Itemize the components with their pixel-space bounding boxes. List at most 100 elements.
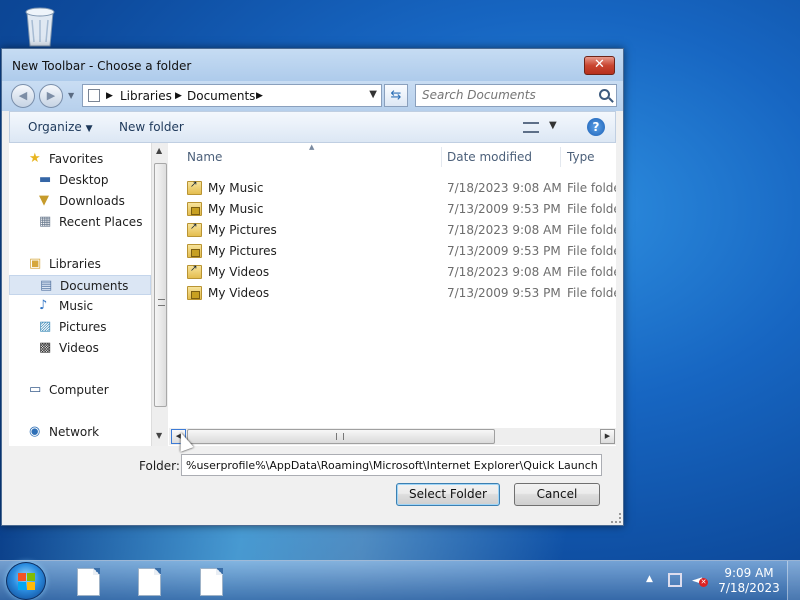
address-bar[interactable]: ▶ Libraries ▶ Documents ▶ ▼ bbox=[82, 84, 382, 107]
breadcrumb-arrow-icon[interactable]: ▶ bbox=[175, 91, 182, 101]
file-date: 7/13/2009 9:53 PM bbox=[447, 244, 561, 258]
scroll-down-arrow-icon[interactable]: ▼ bbox=[156, 431, 162, 440]
scrollbar-thumb[interactable] bbox=[154, 163, 167, 407]
folder-label: Folder: bbox=[139, 459, 180, 473]
table-row[interactable]: My Pictures 7/18/2023 9:08 AM File folder bbox=[169, 220, 616, 241]
resize-grip-icon[interactable] bbox=[611, 513, 621, 523]
file-type: File folder bbox=[567, 202, 616, 216]
sidebar-item-downloads[interactable]: ▼ Downloads bbox=[9, 191, 151, 211]
recycle-bin-icon[interactable] bbox=[20, 4, 60, 48]
computer-icon: ▭ bbox=[29, 382, 42, 397]
sidebar-item-documents[interactable]: ▤ Documents bbox=[9, 275, 151, 295]
file-name: My Videos bbox=[208, 265, 270, 279]
taskbar-file-icon[interactable] bbox=[77, 568, 100, 596]
sidebar-item-computer[interactable]: ▭ Computer bbox=[9, 380, 151, 400]
show-hidden-icons-icon[interactable]: ▲ bbox=[646, 574, 653, 584]
taskbar-file-icon[interactable] bbox=[200, 568, 223, 596]
breadcrumb-arrow-icon[interactable]: ▶ bbox=[256, 91, 263, 101]
libraries-icon: ▣ bbox=[29, 256, 42, 271]
videos-icon: ▩ bbox=[39, 340, 52, 355]
recent-pages-dropdown[interactable]: ▼ bbox=[68, 91, 74, 100]
sidebar-item-pictures[interactable]: ▨ Pictures bbox=[9, 317, 151, 337]
sidebar-item-label: Favorites bbox=[49, 152, 104, 166]
file-name: My Music bbox=[208, 181, 264, 195]
help-icon[interactable]: ? bbox=[587, 118, 605, 136]
table-row[interactable]: My Music 7/13/2009 9:53 PM File folder bbox=[169, 199, 616, 220]
file-name: My Music bbox=[208, 202, 264, 216]
network-tray-icon[interactable] bbox=[668, 573, 682, 587]
clock[interactable]: 9:09 AM 7/18/2023 bbox=[718, 566, 780, 596]
cancel-button[interactable]: Cancel bbox=[514, 483, 600, 506]
file-date: 7/18/2023 9:08 AM bbox=[447, 265, 562, 279]
chevron-down-icon: ▼ bbox=[85, 124, 93, 134]
view-options-icon[interactable] bbox=[523, 122, 539, 133]
sidebar-item-label: Computer bbox=[49, 383, 109, 397]
choose-folder-dialog: New Toolbar - Choose a folder ✕ ◀ ▶ ▼ ▶ … bbox=[1, 48, 624, 526]
sidebar-item-music[interactable]: ♪ Music bbox=[9, 296, 151, 316]
column-header-type[interactable]: Type bbox=[559, 143, 616, 171]
show-desktop-button[interactable] bbox=[787, 561, 800, 600]
address-dropdown-icon[interactable]: ▼ bbox=[369, 89, 377, 100]
downloads-icon: ▼ bbox=[39, 193, 49, 208]
sidebar-item-favorites[interactable]: ★ Favorites bbox=[9, 149, 151, 169]
select-folder-button[interactable]: Select Folder bbox=[396, 483, 500, 506]
locked-folder-icon bbox=[187, 202, 202, 216]
sidebar-item-recent-places[interactable]: ▦ Recent Places bbox=[9, 212, 151, 232]
sidebar-item-network[interactable]: ◉ Network bbox=[9, 422, 151, 442]
recent-places-icon: ▦ bbox=[39, 214, 52, 229]
refresh-button[interactable]: ⇆ bbox=[384, 84, 408, 107]
table-row[interactable]: My Videos 7/18/2023 9:08 AM File folder bbox=[169, 262, 616, 283]
star-icon: ★ bbox=[29, 151, 41, 166]
search-box[interactable] bbox=[415, 84, 617, 107]
window-title: New Toolbar - Choose a folder bbox=[12, 59, 192, 73]
file-list: ▲ Name Date modified Type My Music7/18/2… bbox=[169, 143, 616, 446]
file-date: 7/18/2023 9:08 AM bbox=[447, 223, 562, 237]
table-row[interactable]: My Pictures 7/13/2009 9:53 PM File folder bbox=[169, 241, 616, 262]
column-header-name[interactable]: Name bbox=[179, 143, 439, 171]
breadcrumb-arrow-icon[interactable]: ▶ bbox=[106, 91, 113, 101]
table-row[interactable]: My Videos 7/13/2009 9:53 PM File folder bbox=[169, 283, 616, 304]
title-bar[interactable]: New Toolbar - Choose a folder ✕ bbox=[2, 49, 623, 81]
scroll-right-arrow-icon[interactable]: ▶ bbox=[600, 429, 615, 444]
forward-button[interactable]: ▶ bbox=[39, 84, 63, 108]
start-button[interactable] bbox=[6, 562, 46, 600]
sidebar-item-videos[interactable]: ▩ Videos bbox=[9, 338, 151, 358]
file-type: File folder bbox=[567, 181, 616, 195]
breadcrumb-libraries[interactable]: Libraries bbox=[120, 89, 172, 103]
scroll-up-arrow-icon[interactable]: ▲ bbox=[156, 146, 162, 155]
shortcut-folder-icon bbox=[187, 264, 202, 279]
music-icon: ♪ bbox=[39, 298, 48, 313]
file-name: My Pictures bbox=[208, 244, 277, 258]
close-button[interactable]: ✕ bbox=[584, 56, 615, 75]
browser-content: ★ Favorites ▬ Desktop ▼ Downloads ▦ Recent Plac… bbox=[9, 143, 616, 446]
locked-folder-icon bbox=[187, 244, 202, 258]
search-icon[interactable] bbox=[599, 89, 610, 100]
file-date: 7/18/2023 9:08 AM bbox=[447, 181, 562, 195]
column-header-date-modified[interactable]: Date modified bbox=[439, 143, 559, 171]
address-row: ◀ ▶ ▼ ▶ Libraries ▶ Documents ▶ ▼ ⇆ bbox=[2, 81, 623, 111]
file-name: My Videos bbox=[208, 286, 270, 300]
breadcrumb-documents[interactable]: Documents bbox=[187, 89, 255, 103]
file-list-horizontal-scrollbar[interactable]: ◀ ▶ bbox=[169, 428, 616, 445]
shortcut-folder-icon bbox=[187, 180, 202, 195]
sidebar-item-label: Libraries bbox=[49, 257, 101, 271]
taskbar-file-icon[interactable] bbox=[138, 568, 161, 596]
organize-button[interactable]: Organize ▼ bbox=[28, 120, 93, 134]
nav-pane-scrollbar[interactable]: ▲ ▼ bbox=[151, 143, 168, 446]
file-type: File folder bbox=[567, 244, 616, 258]
back-button[interactable]: ◀ bbox=[11, 84, 35, 108]
scrollbar-thumb[interactable] bbox=[187, 429, 495, 444]
sidebar-item-libraries[interactable]: ▣ Libraries bbox=[9, 254, 151, 274]
sidebar-item-desktop[interactable]: ▬ Desktop bbox=[9, 170, 151, 190]
search-input[interactable] bbox=[422, 88, 592, 102]
sidebar-item-label: Documents bbox=[60, 279, 129, 293]
file-name: My Pictures bbox=[208, 223, 277, 237]
folder-path-input[interactable] bbox=[181, 454, 602, 476]
volume-muted-icon[interactable]: ◄ ✕ bbox=[692, 573, 708, 589]
table-row[interactable]: My Music 7/18/2023 9:08 AM File folder bbox=[169, 178, 616, 199]
view-dropdown-icon[interactable]: ▼ bbox=[549, 120, 557, 131]
new-folder-button[interactable]: New folder bbox=[119, 120, 184, 134]
organize-label: Organize bbox=[28, 120, 82, 134]
sidebar-item-label: Downloads bbox=[59, 194, 125, 208]
sidebar-item-label: Videos bbox=[59, 341, 99, 355]
